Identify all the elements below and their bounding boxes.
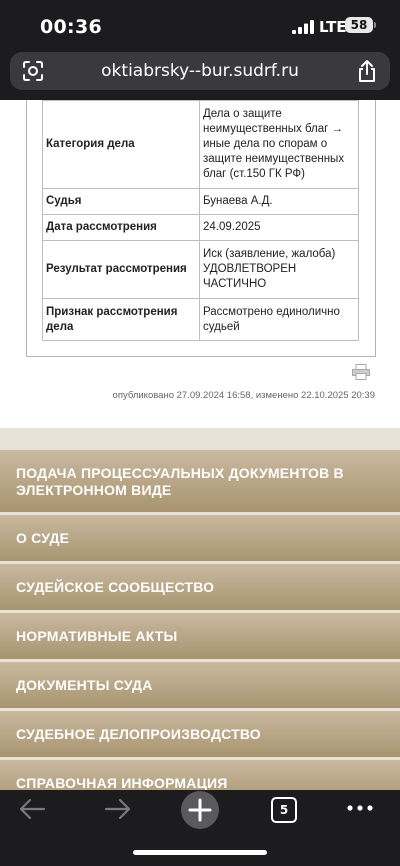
row-value: Бунаева А.Д. [199, 188, 359, 215]
published-info: опубликовано 27.09.2024 16:58, изменено … [112, 390, 375, 401]
tabs-button[interactable]: 5 [271, 797, 297, 823]
status-time: 00:36 [40, 16, 102, 38]
browser-address-area: oktiabrsky--bur.sudrf.ru [0, 52, 400, 100]
case-info-table: Категория дела Дела о защите неимуществе… [42, 100, 359, 341]
address-bar[interactable]: oktiabrsky--bur.sudrf.ru [10, 52, 390, 90]
table-row: Судья Бунаева А.Д. [42, 188, 359, 215]
row-value: Рассмотрено единолично судьей [199, 298, 359, 341]
url-text[interactable]: oktiabrsky--bur.sudrf.ru [10, 61, 390, 81]
share-icon[interactable] [356, 59, 378, 83]
menu-item-electronic-filing[interactable]: ПОДАЧА ПРОЦЕССУАЛЬНЫХ ДОКУМЕНТОВ В ЭЛЕКТ… [0, 450, 400, 515]
menu-item-reference-info[interactable]: СПРАВОЧНАЯ ИНФОРМАЦИЯ [0, 760, 400, 790]
battery-cap [374, 22, 376, 28]
menu-item-court-documents[interactable]: ДОКУМЕНТЫ СУДА [0, 662, 400, 711]
site-menu: ПОДАЧА ПРОЦЕССУАЛЬНЫХ ДОКУМЕНТОВ В ЭЛЕКТ… [0, 450, 400, 790]
home-indicator [133, 850, 267, 855]
table-row: Категория дела Дела о защите неимуществе… [42, 100, 359, 189]
menu-item-case-proceedings[interactable]: СУДЕБНОЕ ДЕЛОПРОИЗВОДСТВО [0, 711, 400, 760]
table-row: Результат рассмотрения Иск (заявление, ж… [42, 240, 359, 299]
content-panel: Категория дела Дела о защите неимуществе… [0, 100, 400, 428]
status-bar: 00:36 LTE 58 [0, 0, 400, 52]
back-arrow-icon[interactable] [18, 796, 46, 822]
row-value: Иск (заявление, жалоба) УДОВЛЕТВОРЕН ЧАС… [199, 240, 359, 299]
signal-icon [292, 20, 314, 34]
row-label: Категория дела [42, 100, 200, 189]
forward-arrow-icon[interactable] [104, 796, 132, 822]
plus-icon [188, 798, 212, 822]
row-label: Результат рассмотрения [42, 240, 200, 299]
row-value: 24.09.2025 [199, 214, 359, 241]
menu-item-about-court[interactable]: О СУДЕ [0, 515, 400, 564]
table-row: Признак рассмотрения дела Рассмотрено ед… [42, 298, 359, 341]
browser-toolbar: 5 [0, 790, 400, 866]
network-type: LTE [319, 18, 347, 36]
battery-icon: 58 [345, 17, 373, 33]
row-label: Признак рассмотрения дела [42, 298, 200, 341]
row-value: Дела о защите неимущественных благ → ины… [199, 100, 359, 189]
case-card: Категория дела Дела о защите неимуществе… [26, 100, 376, 357]
more-dots-icon[interactable] [345, 798, 375, 818]
table-row: Дата рассмотрения 24.09.2025 [42, 214, 359, 241]
menu-item-normative-acts[interactable]: НОРМАТИВНЫЕ АКТЫ [0, 613, 400, 662]
row-label: Дата рассмотрения [42, 214, 200, 241]
new-tab-button[interactable] [181, 791, 219, 829]
menu-item-judicial-community[interactable]: СУДЕЙСКОЕ СООБЩЕСТВО [0, 564, 400, 613]
row-label: Судья [42, 188, 200, 215]
web-page: Категория дела Дела о защите неимуществе… [0, 100, 400, 790]
print-icon[interactable] [352, 364, 370, 380]
